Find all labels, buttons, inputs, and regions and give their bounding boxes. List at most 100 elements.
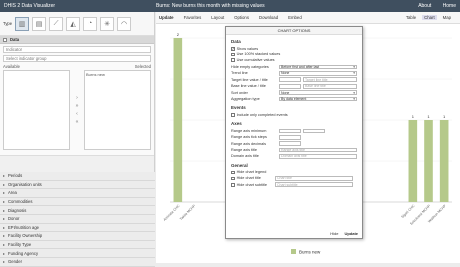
deselect-all-icon[interactable]: « [76,119,79,125]
stacked-bar-icon[interactable]: ▤ [32,16,47,31]
line-chart-icon[interactable]: ⟋ [49,16,64,31]
agg-select[interactable]: By data element [279,96,357,102]
update-button[interactable]: Update [159,15,174,20]
bar [173,38,183,202]
chart-options-dialog: CHART OPTIONS Data Show values Use 100% … [225,26,363,239]
top-bar: DHIS 2 Data Visualizer Burns: New burns … [0,0,460,12]
range-steps-input[interactable] [279,134,301,140]
data-options-heading: Data [231,39,241,44]
indicator-select[interactable]: Indicator [3,46,151,53]
section-diagnosis[interactable]: ▸ Diagnosis [0,206,155,215]
download-button[interactable]: Download [259,15,278,20]
layout-button[interactable]: Layout [211,15,224,20]
expand-arrow-icon: ▸ [3,242,6,248]
section-label: Funding Agency [8,250,39,256]
sort-select[interactable]: None [279,90,357,95]
gauge-chart-icon[interactable]: ◠ [117,16,132,31]
bar [439,120,449,202]
range-title-input[interactable]: Range axis title [279,147,357,153]
section-commodities[interactable]: ▸ Commodities [0,197,155,207]
chart-title-input[interactable]: Chart title [275,176,353,181]
include-completed-checkbox[interactable]: Include only completed events [231,112,357,118]
checkbox-icon [231,170,235,175]
chart-type-bar: Type ▥ ▤ ⟋ ◭ ◔ ✳ ◠ [0,12,154,36]
section-gender[interactable]: ▸ Gender [0,257,155,267]
select-all-icon[interactable]: » [76,103,79,109]
base-title-input[interactable]: Base line title [303,83,357,89]
section-label: Facility Ownership [8,233,43,239]
bar-chart-icon[interactable]: ▥ [15,16,30,31]
section-facility-type[interactable]: ▸ Facility Type [0,240,155,250]
section-label: Gender [8,259,22,265]
data-section-header[interactable]: Data [0,36,154,44]
section-periods[interactable]: ▸ Periods [0,172,155,181]
indicator-group-select[interactable]: Select indicator group [3,55,151,62]
range-title-label: Range axis title [231,148,257,153]
selected-list[interactable]: Burns new [84,70,151,150]
section-label: Commodities [8,199,33,205]
expand-arrow-icon: ▸ [3,250,6,256]
pie-chart-icon[interactable]: ◔ [83,16,98,31]
x-tick-label: Sigari CHC [400,204,416,220]
range-decimals-input[interactable] [279,141,301,147]
range-max-input[interactable] [303,128,325,134]
legend-label: Burns new [299,250,321,255]
list-item[interactable]: Burns new [85,71,150,78]
section-label: Periods [8,173,23,179]
section-donor[interactable]: ▸ Donor [0,214,155,224]
section-organisation-units[interactable]: ▸ Organisation units [0,180,155,190]
axes-heading: Axes [231,120,242,126]
checkbox-icon [231,58,235,62]
expand-arrow-icon: ▸ [3,259,6,265]
home-link[interactable]: Home [443,3,456,9]
legend-swatch [291,249,296,254]
trend-select[interactable]: None [279,70,357,76]
select-icon[interactable]: › [76,95,78,101]
use-100-label: Use 100% stacked values [236,52,281,57]
top-links: About Home [408,3,456,9]
hide-button[interactable]: Hide [330,231,338,236]
deselect-icon[interactable]: ‹ [76,111,78,117]
data-label: 1 [443,114,446,119]
bar [408,120,418,202]
embed-button[interactable]: Embed [288,15,302,20]
radar-chart-icon[interactable]: ✳ [100,16,115,31]
domain-title-input[interactable]: Domain axis title [279,154,357,159]
selected-label: Selected [134,64,151,69]
dialog-title: CHART OPTIONS [226,27,362,35]
range-min-label: Range axis minimum [231,128,267,133]
hide-empty-select[interactable]: Before first and after last [279,64,357,70]
section-epi-nutrition-age[interactable]: ▸ EPI/nutrition age [0,223,155,233]
data-label: 1 [412,114,415,119]
section-toggle-icon [3,37,7,42]
expand-arrow-icon: ▸ [3,216,6,222]
table-view-button[interactable]: Table [406,15,416,20]
use-cumulative-checkbox[interactable]: Use cumulative values [231,57,357,63]
area-chart-icon[interactable]: ◭ [66,16,81,31]
chart-view-button[interactable]: Chart [422,15,437,20]
chart-subtitle-input[interactable]: Chart subtitle [275,182,353,188]
map-view-button[interactable]: Map [443,15,451,20]
hide-subtitle-checkbox[interactable]: Hide chart subtitle [231,182,275,188]
section-facility-ownership[interactable]: ▸ Facility Ownership [0,232,155,241]
options-button[interactable]: Options [234,15,249,20]
section-label: Donor [8,216,20,222]
checkbox-icon [231,176,235,181]
target-title-input[interactable]: Target line title [303,77,357,83]
data-area: Indicator Select indicator group Availab… [0,44,154,156]
section-area[interactable]: ▸ Area [0,189,155,198]
hide-title-label: Hide chart title [236,176,261,181]
transfer-arrows: › » ‹ « [72,70,82,150]
hide-title-checkbox[interactable]: Hide chart title [231,176,275,182]
favorites-button[interactable]: Favorites [184,15,202,20]
update-button[interactable]: Update [344,231,358,236]
expand-arrow-icon: ▸ [3,224,6,230]
target-value-input[interactable] [279,77,301,83]
about-link[interactable]: About [418,3,431,9]
range-min-input[interactable] [279,128,301,134]
base-value-input[interactable] [279,83,301,89]
section-funding-agency[interactable]: ▸ Funding Agency [0,249,155,258]
expand-arrow-icon: ▸ [3,173,6,179]
available-list[interactable] [3,70,70,150]
trend-label: Trend line [231,71,248,76]
